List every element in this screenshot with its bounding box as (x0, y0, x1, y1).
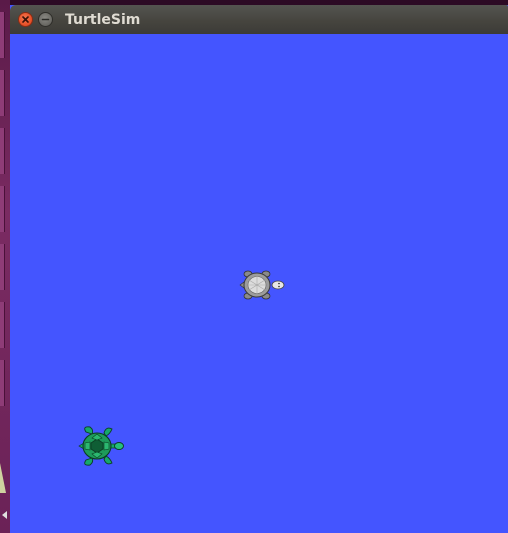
title-bar[interactable]: TurtleSim (10, 5, 508, 34)
turtle-canvas[interactable] (10, 34, 508, 533)
launcher-strip (0, 0, 10, 533)
window-title: TurtleSim (65, 12, 141, 28)
launcher-item[interactable] (0, 302, 5, 348)
launcher-item[interactable] (0, 70, 5, 116)
screen: TurtleSim (0, 0, 508, 533)
launcher-item-icon (0, 463, 6, 493)
close-icon (22, 16, 29, 23)
turtle-gray (239, 270, 285, 300)
minimize-icon (41, 18, 50, 21)
turtle-green (78, 426, 124, 466)
turtle-icon (78, 426, 124, 466)
launcher-item[interactable] (0, 12, 5, 58)
minimize-button[interactable] (38, 12, 53, 27)
launcher-item[interactable] (0, 244, 5, 290)
launcher-item[interactable] (0, 128, 5, 174)
launcher-item[interactable] (0, 360, 5, 406)
turtle-icon (239, 270, 285, 300)
turtlesim-window: TurtleSim (10, 5, 508, 533)
launcher-arrow-icon[interactable] (2, 511, 7, 519)
launcher-item[interactable] (0, 186, 5, 232)
close-button[interactable] (18, 12, 33, 27)
